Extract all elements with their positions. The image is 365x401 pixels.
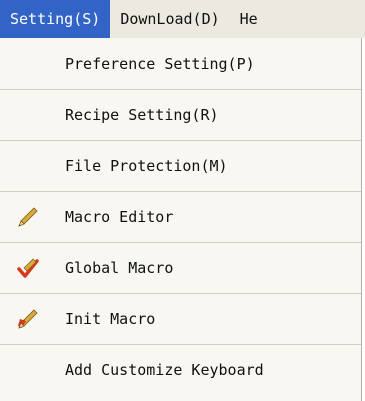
menu-help-label: He <box>239 10 258 28</box>
menu-download[interactable]: DownLoad(D) <box>110 0 229 38</box>
menu-bar: Setting(S) DownLoad(D) He <box>0 0 365 38</box>
setting-dropdown-menu: Preference Setting(P) Recipe Setting(R) … <box>0 38 362 401</box>
red-pencil-icon <box>16 307 40 331</box>
menu-item-global-macro[interactable]: Global Macro <box>0 242 361 293</box>
menu-help[interactable]: He <box>230 0 268 38</box>
menu-item-init-macro[interactable]: Init Macro <box>0 293 361 344</box>
menu-item-label: Add Customize Keyboard <box>65 361 264 379</box>
menu-item-recipe-setting[interactable]: Recipe Setting(R) <box>0 89 361 140</box>
menu-item-file-protection[interactable]: File Protection(M) <box>0 140 361 191</box>
menu-setting[interactable]: Setting(S) <box>0 0 111 38</box>
menu-item-macro-editor[interactable]: Macro Editor <box>0 191 361 242</box>
pencil-icon <box>16 205 40 229</box>
menu-setting-label: Setting(S) <box>10 10 101 28</box>
menu-item-label: Global Macro <box>65 259 174 277</box>
menu-item-label: File Protection(M) <box>65 157 228 175</box>
menu-item-label: Preference Setting(P) <box>65 54 255 73</box>
checkmark-pencil-icon <box>16 256 40 280</box>
menu-item-label: Recipe Setting(R) <box>65 106 219 124</box>
menu-item-preference-setting[interactable]: Preference Setting(P) <box>0 38 361 89</box>
menu-item-label: Macro Editor <box>65 208 174 226</box>
menu-item-add-customize-keyboard[interactable]: Add Customize Keyboard <box>0 344 361 395</box>
menu-download-label: DownLoad(D) <box>120 10 220 28</box>
menu-item-label: Init Macro <box>65 310 156 328</box>
